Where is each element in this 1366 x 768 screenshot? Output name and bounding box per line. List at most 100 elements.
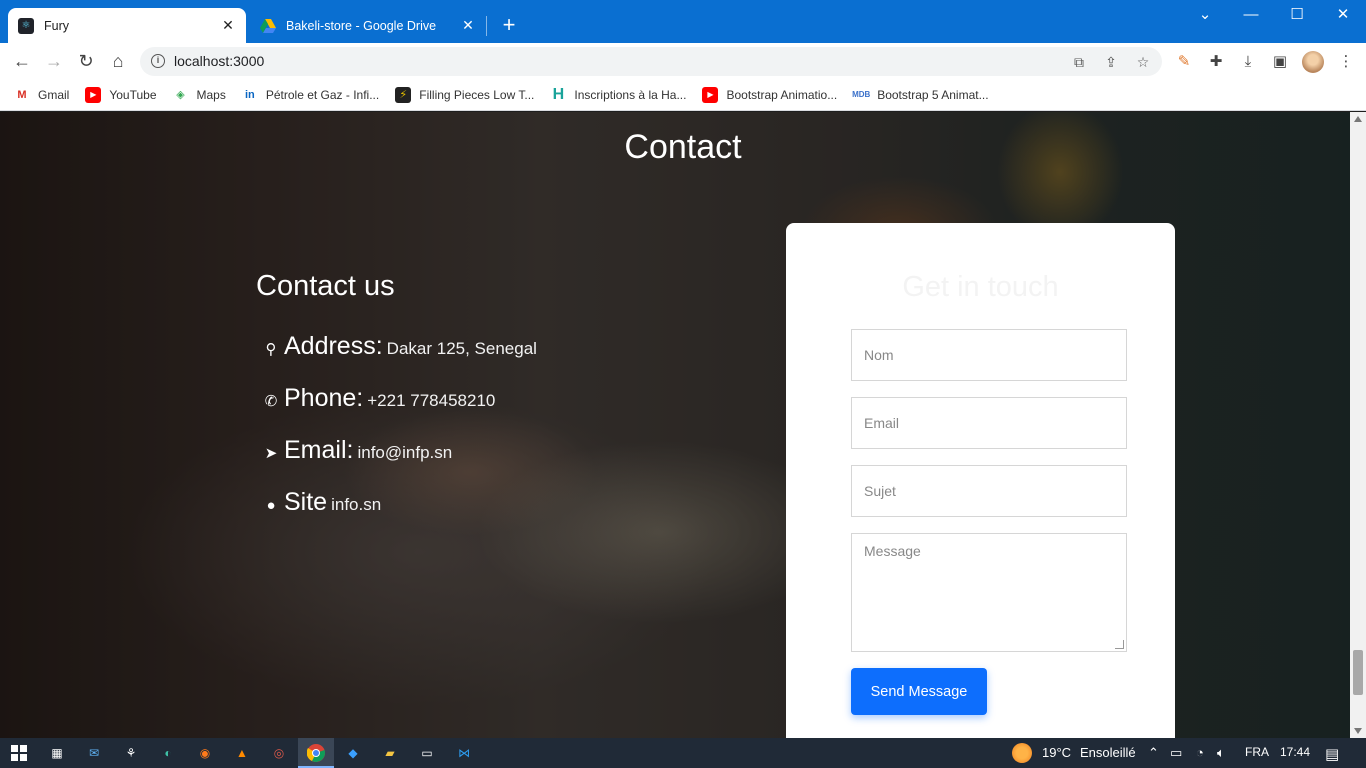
bookmark-label: Bootstrap 5 Animat... bbox=[877, 87, 989, 102]
battery-icon[interactable]: ▭ bbox=[1170, 745, 1182, 761]
contact-section-background: Contact Contact us ⚲ Address: Dakar 125,… bbox=[0, 112, 1350, 738]
language-indicator[interactable]: FRA bbox=[1245, 745, 1269, 759]
app-icon[interactable]: ⚘ bbox=[120, 742, 142, 764]
store-icon[interactable]: ▦ bbox=[46, 742, 68, 764]
globe-icon: ● bbox=[266, 497, 276, 514]
mail-icon[interactable]: ✉ bbox=[83, 742, 105, 764]
phone-value: +221 778458210 bbox=[367, 391, 496, 410]
color-picker-extension-icon[interactable]: ✎ bbox=[1174, 52, 1194, 72]
tab-google-drive[interactable]: Bakeli-store - Google Drive ✕ bbox=[250, 8, 486, 43]
site-info-icon[interactable]: i bbox=[151, 54, 165, 68]
subject-input[interactable]: Sujet bbox=[851, 465, 1127, 517]
volume-icon[interactable]: 🔈︎ bbox=[1217, 745, 1225, 761]
chrome-icon[interactable] bbox=[305, 742, 327, 764]
bookmark-filling-pieces[interactable]: ⚡ Filling Pieces Low T... bbox=[395, 86, 535, 103]
contact-heading: Contact us bbox=[256, 270, 395, 302]
bookmark-petrole-gaz[interactable]: in Pétrole et Gaz - Infi... bbox=[242, 87, 379, 103]
mdb-icon: MDB bbox=[852, 90, 871, 99]
weather-sun-icon[interactable] bbox=[1012, 743, 1032, 763]
gmail-icon: M bbox=[17, 88, 27, 101]
bookmark-label: Inscriptions à la Ha... bbox=[574, 87, 687, 102]
phone-label: Phone: bbox=[284, 384, 364, 412]
message-textarea[interactable]: Message bbox=[851, 533, 1127, 652]
windows-taskbar: ▦ ✉ ⚘ ◐ ◉ ▲ ◎ ◆ ▰ ▭ ⋈ 19°C Ensoleillé ⌃ … bbox=[0, 738, 1366, 768]
address-bar[interactable]: i localhost:3000 ⧉ ⇪ ☆ bbox=[140, 47, 1162, 76]
bookmark-star-icon[interactable]: ☆ bbox=[1134, 53, 1152, 71]
h-icon: H bbox=[552, 85, 565, 103]
media-player-icon[interactable]: ◎ bbox=[268, 742, 290, 764]
site-row: ● Site info.sn bbox=[262, 488, 381, 517]
bookmark-label: Gmail bbox=[38, 87, 70, 102]
back-arrow-icon[interactable]: ← bbox=[10, 49, 34, 73]
email-value: info@infp.sn bbox=[357, 443, 453, 462]
bookmark-gmail[interactable]: M Gmail bbox=[14, 87, 69, 103]
profile-avatar[interactable] bbox=[1302, 51, 1324, 73]
send-icon: ➤ bbox=[264, 445, 278, 462]
email-label: Email: bbox=[284, 436, 354, 464]
side-panel-icon[interactable]: ▣ bbox=[1270, 52, 1290, 72]
filling-pieces-icon: ⚡ bbox=[395, 86, 412, 103]
download-icon[interactable]: ⤓ bbox=[1238, 52, 1258, 72]
terminal-icon[interactable]: ▭ bbox=[416, 742, 438, 764]
youtube-icon: ▶ bbox=[85, 86, 102, 103]
scroll-down-arrow-icon[interactable] bbox=[1354, 728, 1362, 734]
section-title: Contact bbox=[624, 128, 742, 166]
weather-temperature[interactable]: 19°C bbox=[1042, 745, 1071, 760]
close-window-button[interactable]: ✕ bbox=[1320, 0, 1366, 32]
clock[interactable]: 17:44 bbox=[1280, 745, 1310, 759]
notification-icon[interactable]: ▤ bbox=[1325, 745, 1339, 763]
bookmark-youtube[interactable]: ▶ YouTube bbox=[85, 86, 157, 103]
form-title: Get in touch bbox=[902, 271, 1059, 303]
maps-icon: ◈ bbox=[176, 89, 185, 101]
translate-icon[interactable]: ⧉ bbox=[1070, 53, 1088, 71]
maximize-button[interactable]: ☐ bbox=[1274, 0, 1320, 32]
bookmark-label: Pétrole et Gaz - Infi... bbox=[265, 87, 380, 102]
name-input[interactable]: Nom bbox=[851, 329, 1127, 381]
bookmark-bootstrap5-animation[interactable]: MDB Bootstrap 5 Animat... bbox=[852, 87, 989, 103]
bookmark-inscriptions[interactable]: H Inscriptions à la Ha... bbox=[550, 85, 687, 103]
browser-toolbar: ← → ↻ ⌂ i localhost:3000 ⧉ ⇪ ☆ ✎ ✚ ⤓ ▣ ⋮ bbox=[0, 43, 1366, 79]
app-blue-icon[interactable]: ◆ bbox=[342, 742, 364, 764]
phone-icon: ✆ bbox=[264, 393, 278, 410]
close-tab-icon[interactable]: ✕ bbox=[460, 17, 476, 34]
home-icon[interactable]: ⌂ bbox=[106, 49, 130, 73]
chevron-up-icon[interactable]: ⌃ bbox=[1148, 745, 1159, 761]
site-label: Site bbox=[284, 488, 328, 516]
send-message-button[interactable]: Send Message bbox=[851, 668, 987, 715]
wifi-icon[interactable]: ◔ bbox=[1196, 745, 1204, 760]
bookmark-maps[interactable]: ◈ Maps bbox=[173, 87, 226, 103]
page-scrollbar[interactable] bbox=[1350, 112, 1366, 738]
youtube-icon: ▶ bbox=[702, 86, 719, 103]
tab-search-icon[interactable]: ⌄ bbox=[1182, 0, 1228, 32]
tab-title: Fury bbox=[44, 18, 69, 33]
share-icon[interactable]: ⇪ bbox=[1102, 53, 1120, 71]
file-explorer-icon[interactable]: ▰ bbox=[379, 742, 401, 764]
extensions-icon[interactable]: ✚ bbox=[1206, 52, 1226, 72]
site-value: info.sn bbox=[331, 495, 382, 514]
map-pin-icon: ⚲ bbox=[265, 341, 277, 358]
windows-start-icon[interactable] bbox=[8, 742, 30, 764]
new-tab-button[interactable]: + bbox=[498, 12, 520, 38]
browser-tab-bar: ⚛ Fury ✕ Bakeli-store - Google Drive ✕ +… bbox=[0, 0, 1366, 43]
address-value: Dakar 125, Senegal bbox=[386, 339, 537, 358]
vscode-icon[interactable]: ⋈ bbox=[453, 742, 475, 764]
bookmark-label: Filling Pieces Low T... bbox=[419, 87, 535, 102]
minimize-button[interactable]: — bbox=[1228, 0, 1274, 32]
weather-condition[interactable]: Ensoleillé bbox=[1080, 745, 1136, 760]
forward-arrow-icon[interactable]: → bbox=[42, 49, 66, 73]
firefox-icon[interactable]: ◉ bbox=[194, 742, 216, 764]
bookmark-label: YouTube bbox=[109, 87, 157, 102]
menu-kebab-icon[interactable]: ⋮ bbox=[1336, 52, 1356, 72]
phone-row: ✆ Phone: +221 778458210 bbox=[262, 384, 496, 413]
close-tab-icon[interactable]: ✕ bbox=[220, 17, 236, 34]
edge-icon[interactable]: ◐ bbox=[157, 742, 179, 764]
vlc-icon[interactable]: ▲ bbox=[231, 742, 253, 764]
scroll-up-arrow-icon[interactable] bbox=[1354, 116, 1362, 122]
tab-title: Bakeli-store - Google Drive bbox=[286, 18, 437, 33]
scrollbar-thumb[interactable] bbox=[1353, 650, 1363, 695]
bookmark-bootstrap-animation[interactable]: ▶ Bootstrap Animatio... bbox=[702, 86, 837, 103]
bookmarks-bar: M Gmail ▶ YouTube ◈ Maps in Pétrole et G… bbox=[0, 79, 1366, 111]
reload-icon[interactable]: ↻ bbox=[74, 49, 98, 73]
tab-fury[interactable]: ⚛ Fury ✕ bbox=[8, 8, 246, 43]
email-input[interactable]: Email bbox=[851, 397, 1127, 449]
